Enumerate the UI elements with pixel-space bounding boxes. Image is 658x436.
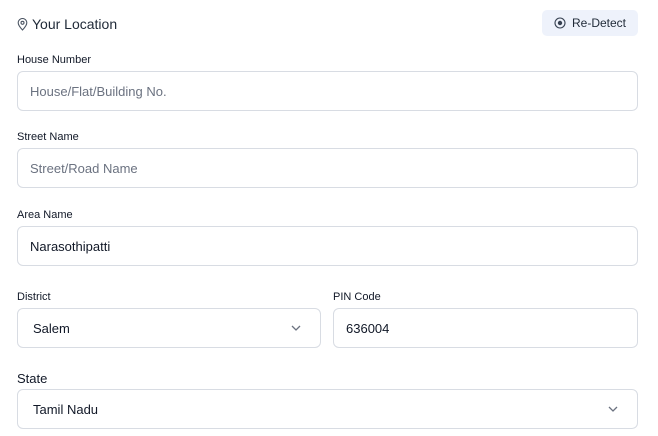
area-name-field[interactable] (17, 226, 638, 266)
district-label: District (17, 291, 51, 303)
location-pin-icon (17, 17, 28, 31)
pin-code-field[interactable] (333, 308, 638, 348)
district-select[interactable]: Salem (17, 308, 321, 348)
state-value: Tamil Nadu (33, 401, 99, 417)
location-header: Your Location (17, 14, 117, 34)
area-name-input[interactable] (18, 227, 637, 265)
pin-code-label: PIN Code (333, 291, 381, 303)
house-number-label: House Number (17, 54, 91, 66)
state-label: State (17, 371, 48, 386)
chevron-down-icon (290, 324, 302, 332)
area-name-label: Area Name (17, 209, 73, 221)
redetect-label: Re-Detect (571, 16, 627, 30)
state-select[interactable]: Tamil Nadu (17, 389, 638, 429)
target-icon (554, 17, 566, 29)
house-number-field[interactable] (17, 71, 638, 111)
district-value: Salem (33, 320, 70, 336)
house-number-input[interactable] (18, 72, 637, 110)
chevron-down-icon (607, 405, 619, 413)
pin-code-input[interactable] (334, 309, 637, 347)
street-name-field[interactable] (17, 148, 638, 188)
page-title: Your Location (32, 16, 118, 32)
street-name-input[interactable] (18, 149, 637, 187)
street-name-label: Street Name (17, 131, 79, 143)
redetect-button[interactable]: Re-Detect (542, 10, 638, 36)
